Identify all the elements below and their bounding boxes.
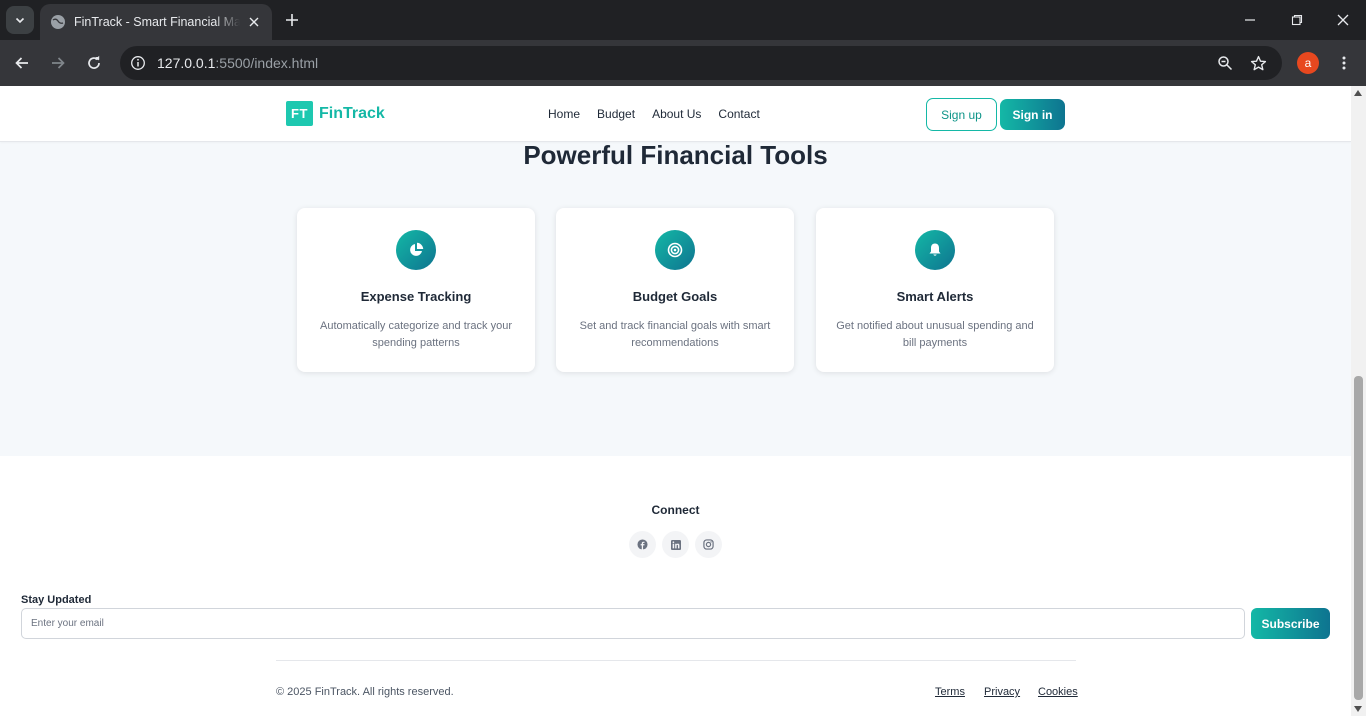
nav-budget-link[interactable]: Budget (597, 107, 635, 121)
terms-link[interactable]: Terms (935, 686, 965, 698)
globe-icon (51, 15, 65, 29)
new-tab-button[interactable] (282, 10, 302, 30)
close-icon (1337, 14, 1349, 26)
arrow-right-icon (52, 57, 65, 69)
plus-icon (286, 14, 298, 26)
star-icon (1250, 55, 1266, 70)
tab-search-button[interactable] (6, 6, 34, 34)
profile-avatar[interactable]: a (1297, 52, 1319, 74)
sign-up-button[interactable]: Sign up (926, 98, 997, 131)
instagram-link[interactable] (695, 531, 722, 558)
browser-toolbar: 127.0.0.1:5500/index.html a (0, 40, 1366, 86)
url-path: :5500/index.html (215, 55, 319, 71)
scroll-up-arrow-icon[interactable] (1354, 90, 1362, 96)
bookmark-button[interactable] (1246, 51, 1270, 75)
url-text: 127.0.0.1:5500/index.html (157, 55, 318, 71)
site-footer: Connect Stay Updated Subscribe © 2025 Fi… (0, 456, 1351, 716)
close-window-button[interactable] (1331, 8, 1355, 32)
info-icon (131, 56, 145, 70)
feature-card-description: Set and track financial goals with smart… (579, 320, 771, 349)
features-section: Powerful Financial Tools Expense Trackin… (0, 140, 1351, 456)
more-vert-icon (1342, 56, 1346, 70)
facebook-icon (637, 539, 648, 550)
newsletter-email-input[interactable] (21, 608, 1245, 639)
footer-divider (276, 660, 1076, 661)
target-icon (655, 230, 695, 270)
forward-button[interactable] (46, 51, 70, 75)
scroll-down-arrow-icon[interactable] (1354, 706, 1362, 712)
logo-mark: FT (286, 101, 313, 126)
feature-card-title: Smart Alerts (896, 289, 974, 304)
bell-icon (915, 230, 955, 270)
minimize-button[interactable] (1238, 8, 1262, 32)
feature-card-description: Get notified about unusual spending and … (836, 320, 1034, 349)
scrollbar-thumb[interactable] (1354, 376, 1363, 700)
feature-card-title: Budget Goals (632, 289, 718, 304)
site-header: FT FinTrack Home Budget About Us Contact… (0, 86, 1351, 142)
page-scrollbar[interactable] (1351, 86, 1366, 716)
facebook-link[interactable] (629, 531, 656, 558)
site-info-button[interactable] (126, 51, 150, 75)
feature-card-description: Automatically categorize and track your … (320, 320, 512, 349)
copyright-text: © 2025 FinTrack. All rights reserved. (276, 686, 454, 698)
nav-about-link[interactable]: About Us (652, 107, 701, 121)
url-host: 127.0.0.1 (157, 55, 216, 71)
section-title: Powerful Financial Tools (523, 140, 828, 170)
cookies-link[interactable]: Cookies (1038, 686, 1078, 698)
close-tab-icon[interactable] (246, 14, 262, 30)
privacy-link[interactable]: Privacy (984, 686, 1020, 698)
browser-menu-button[interactable] (1332, 51, 1356, 75)
logo-text: FinTrack (319, 104, 385, 122)
feature-card-title: Expense Tracking (360, 289, 472, 304)
back-button[interactable] (10, 51, 34, 75)
restore-button[interactable] (1285, 8, 1309, 32)
sign-in-button[interactable]: Sign in (1000, 99, 1065, 130)
feature-card-expense-tracking: Expense Tracking Automatically categoriz… (297, 208, 535, 372)
linkedin-icon (670, 539, 681, 550)
nav-home-link[interactable]: Home (548, 107, 580, 121)
pie-chart-icon (396, 230, 436, 270)
address-bar[interactable]: 127.0.0.1:5500/index.html (120, 46, 1282, 80)
reload-icon (88, 55, 100, 69)
main-nav: Home Budget About Us Contact (548, 107, 777, 121)
linkedin-link[interactable] (662, 531, 689, 558)
page-viewport: FT FinTrack Home Budget About Us Contact… (0, 86, 1351, 716)
zoom-button[interactable] (1213, 51, 1237, 75)
restore-icon (1291, 14, 1303, 26)
tab-title: FinTrack - Smart Financial Management (74, 15, 240, 29)
instagram-icon (703, 539, 714, 550)
chevron-down-icon (15, 17, 25, 24)
connect-heading: Connect (651, 503, 700, 517)
reload-button[interactable] (82, 51, 106, 75)
browser-tab[interactable]: FinTrack - Smart Financial Management (40, 4, 272, 40)
minimize-icon (1245, 19, 1255, 21)
browser-tab-bar: FinTrack - Smart Financial Management (0, 0, 1366, 40)
feature-card-budget-goals: Budget Goals Set and track financial goa… (556, 208, 794, 372)
nav-contact-link[interactable]: Contact (718, 107, 759, 121)
logo[interactable]: FT FinTrack (286, 101, 385, 126)
arrow-left-icon (15, 57, 28, 69)
feature-card-smart-alerts: Smart Alerts Get notified about unusual … (816, 208, 1054, 372)
newsletter-label: Stay Updated (21, 594, 92, 606)
zoom-icon (1218, 56, 1233, 71)
subscribe-button[interactable]: Subscribe (1251, 608, 1330, 639)
